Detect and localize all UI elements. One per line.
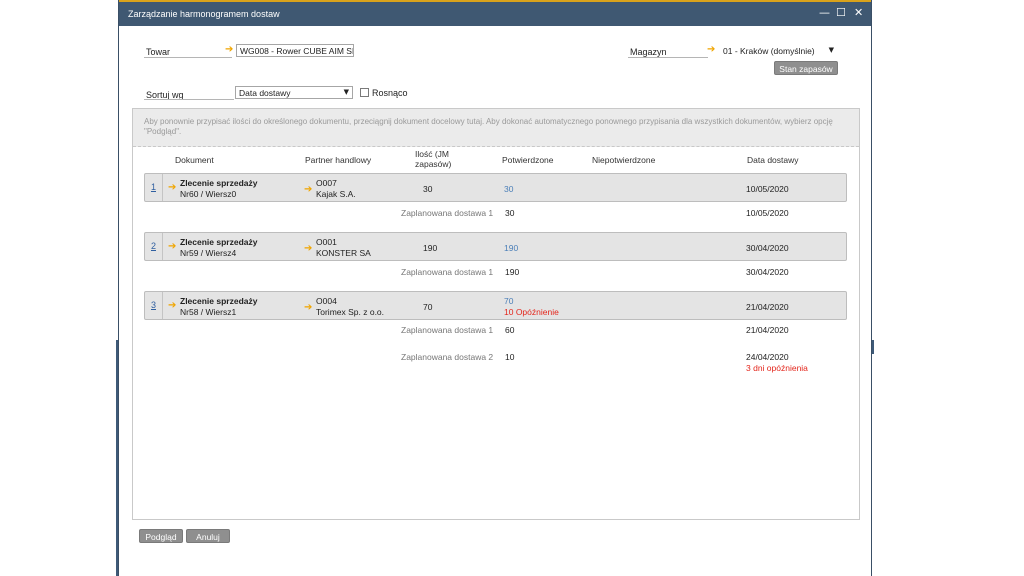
magazyn-select-value: 01 - Kraków (domyślnie): [723, 46, 815, 56]
partner-code: O004: [316, 296, 337, 306]
column-header-dokument: Dokument: [175, 155, 214, 165]
planned-delivery-qty: 190: [505, 267, 520, 277]
row-number-link[interactable]: 2: [145, 233, 163, 260]
magazyn-label-underline: [628, 57, 708, 58]
planned-delivery-qty: 30: [505, 208, 515, 218]
delivery-date: 10/05/2020: [746, 184, 789, 194]
rosnaco-checkbox[interactable]: [360, 88, 369, 97]
planned-delivery-date: 10/05/2020: [746, 208, 789, 218]
sortuj-label-underline: [144, 99, 234, 100]
magazyn-label: Magazyn: [630, 47, 667, 57]
planned-delivery-label: Zaplanowana dostawa 1: [401, 208, 494, 218]
drop-zone-hint[interactable]: Aby ponownie przypisać ilości do określo…: [133, 109, 859, 147]
stan-zapasow-button[interactable]: Stan zapasów: [774, 61, 838, 75]
row-number-link[interactable]: 3: [145, 292, 163, 319]
column-header-ilosc-line1: Ilość (JM: [415, 149, 449, 159]
document-type: Zlecenie sprzedaży: [180, 296, 258, 306]
towar-link-arrow-icon[interactable]: ➔: [225, 44, 233, 55]
chevron-down-icon: ▼: [343, 88, 349, 96]
column-header-data: Data dostawy: [747, 155, 799, 165]
sortuj-select[interactable]: Data dostawy ▼: [235, 86, 353, 99]
magazyn-link-arrow-icon[interactable]: ➔: [707, 44, 715, 55]
partner-name: Torimex Sp. z o.o.: [316, 307, 385, 317]
document-ref: Nr58 / Wiersz1: [180, 307, 237, 317]
table-row[interactable]: 3 ➔ Zlecenie sprzedaży Nr58 / Wiersz1 O0…: [144, 291, 847, 320]
sortuj-select-value: Data dostawy: [239, 88, 291, 98]
planned-delivery-delay: 3 dni opóźnienia: [746, 363, 808, 373]
partner-name: KONSTER SA: [316, 248, 371, 258]
document-type: Zlecenie sprzedaży: [180, 237, 258, 247]
podglad-button[interactable]: Podgląd: [139, 529, 183, 543]
maximize-button[interactable]: ☐: [836, 6, 846, 19]
document-ref: Nr60 / Wiersz0: [180, 189, 237, 199]
confirmed-quantity[interactable]: 190: [504, 243, 518, 253]
towar-label-underline: [144, 57, 232, 58]
table-row[interactable]: 2 ➔ Zlecenie sprzedaży Nr59 / Wiersz4 O0…: [144, 232, 847, 261]
column-header-niepotwierdzone: Niepotwierdzone: [592, 155, 656, 165]
rosnaco-label: Rosnąco: [372, 88, 408, 98]
document-link-arrow-icon[interactable]: ➔: [168, 182, 176, 193]
partner-link-arrow-icon[interactable]: ➔: [304, 243, 312, 254]
planned-delivery-label: Zaplanowana dostawa 2: [401, 352, 494, 362]
delay-badge: 10 Opóźnienie: [504, 307, 559, 317]
planned-delivery-qty: 10: [505, 352, 515, 362]
magazyn-select[interactable]: 01 - Kraków (domyślnie) ▼: [719, 44, 838, 57]
minimize-button[interactable]: —: [819, 6, 830, 19]
towar-label: Towar: [146, 47, 171, 57]
document-link-arrow-icon[interactable]: ➔: [168, 241, 176, 252]
schedule-panel: Aby ponownie przypisać ilości do określo…: [132, 108, 860, 520]
title-bar[interactable]: Zarządzanie harmonogramem dostaw — ☐ ✕: [119, 0, 871, 26]
planned-delivery-label: Zaplanowana dostawa 1: [401, 267, 494, 277]
partner-code: O001: [316, 237, 337, 247]
schedule-dialog: Zarządzanie harmonogramem dostaw — ☐ ✕ T…: [118, 0, 872, 576]
document-link-arrow-icon[interactable]: ➔: [168, 300, 176, 311]
confirmed-quantity[interactable]: 30: [504, 184, 513, 194]
row-number-link[interactable]: 1: [145, 174, 163, 201]
quantity: 190: [423, 243, 438, 253]
column-header-ilosc-line2: zapasów): [415, 159, 452, 169]
close-button[interactable]: ✕: [854, 6, 863, 19]
towar-field[interactable]: WG008 - Rower CUBE AIM SL: [236, 44, 354, 57]
chevron-down-icon: ▼: [828, 46, 834, 54]
column-header-potwierdzone: Potwierdzone: [502, 155, 554, 165]
quantity: 70: [423, 302, 433, 312]
planned-delivery-qty: 60: [505, 325, 515, 335]
planned-delivery-date: 30/04/2020: [746, 267, 789, 277]
column-header-partner: Partner handlowy: [305, 155, 372, 165]
quantity: 30: [423, 184, 433, 194]
partner-link-arrow-icon[interactable]: ➔: [304, 184, 312, 195]
partner-name: Kajak S.A.: [316, 189, 356, 199]
planned-delivery-date: 21/04/2020: [746, 325, 789, 335]
planned-delivery-label: Zaplanowana dostawa 1: [401, 325, 494, 335]
anuluj-button[interactable]: Anuluj: [186, 529, 230, 543]
partner-code: O007: [316, 178, 337, 188]
column-header-ilosc: Ilość (JM zapasów): [415, 149, 451, 169]
delivery-date: 21/04/2020: [746, 302, 789, 312]
table-row[interactable]: 1 ➔ Zlecenie sprzedaży Nr60 / Wiersz0 O0…: [144, 173, 847, 202]
confirmed-quantity[interactable]: 70: [504, 296, 513, 306]
delivery-date: 30/04/2020: [746, 243, 789, 253]
window-title: Zarządzanie harmonogramem dostaw: [128, 9, 280, 19]
planned-delivery-date: 24/04/2020: [746, 352, 789, 362]
document-ref: Nr59 / Wiersz4: [180, 248, 237, 258]
document-type: Zlecenie sprzedaży: [180, 178, 258, 188]
partner-link-arrow-icon[interactable]: ➔: [304, 302, 312, 313]
